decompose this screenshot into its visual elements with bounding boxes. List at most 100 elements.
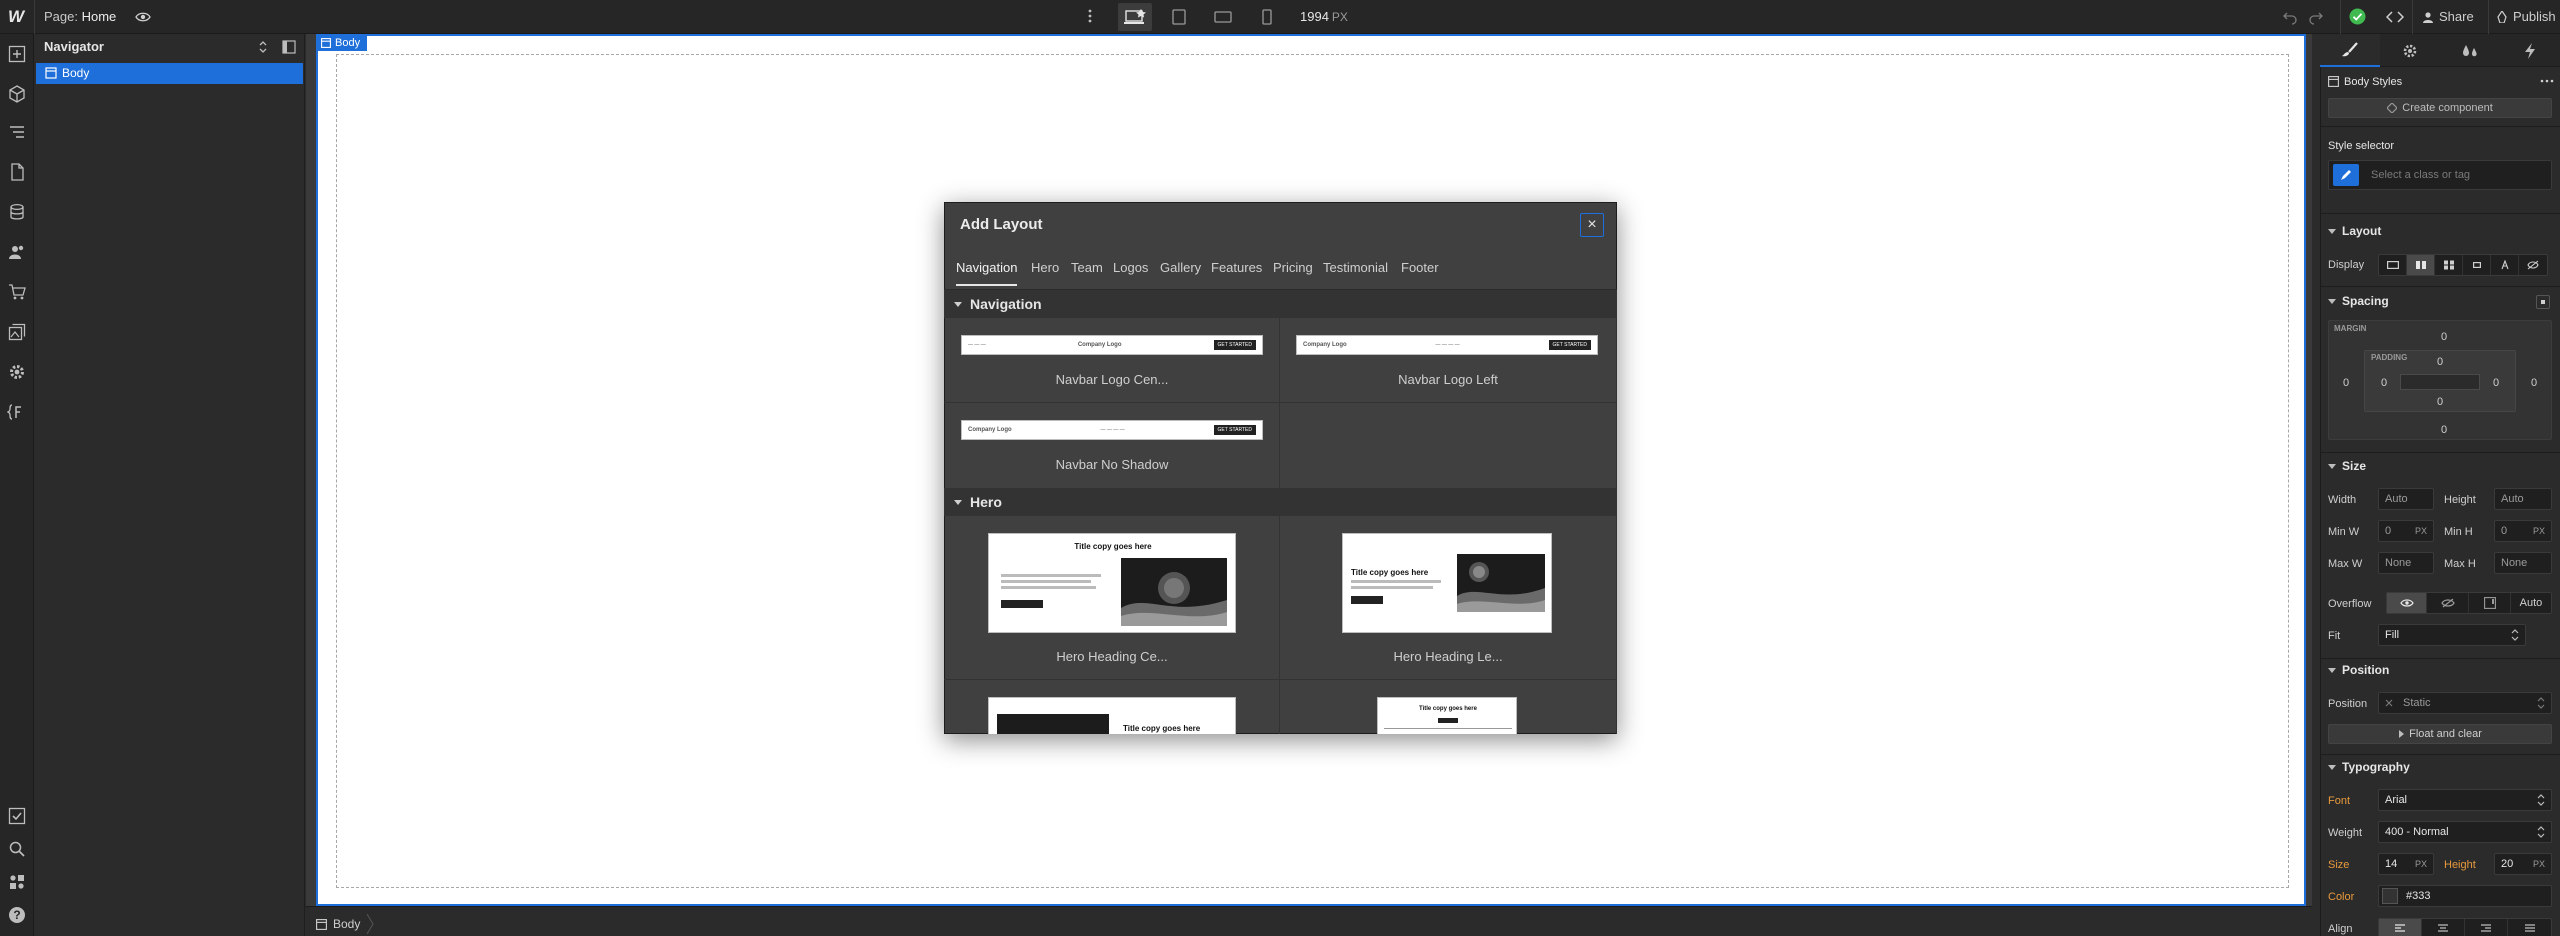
margin-left-value[interactable]: 0 [2338, 377, 2354, 389]
section-navigation-header[interactable]: Navigation [944, 290, 1617, 318]
display-grid-icon[interactable] [2435, 255, 2463, 275]
webflow-logo[interactable]: W [4, 5, 28, 29]
code-icon[interactable] [2386, 9, 2404, 25]
help-icon[interactable]: ? [7, 905, 27, 925]
spacing-lock-icon[interactable] [2536, 295, 2550, 309]
style-selector-input[interactable]: Select a class or tag [2328, 160, 2552, 190]
overflow-visible-eye-icon[interactable] [2387, 593, 2427, 613]
tab-testimonial[interactable]: Testimonial [1323, 260, 1388, 286]
settings-gear-icon[interactable] [7, 362, 27, 382]
tab-interactions[interactable] [2440, 34, 2500, 67]
position-section-header[interactable]: Position [2328, 663, 2389, 677]
float-clear-label: Float and clear [2409, 728, 2482, 740]
weight-select[interactable]: 400 - Normal [2378, 821, 2552, 843]
more-vertical-icon[interactable] [1087, 8, 1093, 24]
tab-gallery[interactable]: Gallery [1160, 260, 1201, 286]
navigator-icon[interactable] [7, 122, 27, 142]
cms-database-icon[interactable] [7, 202, 27, 222]
align-center-icon[interactable] [2422, 919, 2465, 936]
color-swatch[interactable] [2382, 888, 2398, 904]
preview-eye-icon[interactable] [135, 9, 151, 25]
display-inline-block-icon[interactable] [2463, 255, 2491, 275]
dock-panel-icon[interactable] [282, 40, 296, 54]
close-button[interactable]: × [1580, 213, 1604, 237]
padding-top-value[interactable]: 0 [2432, 356, 2448, 368]
display-block-icon[interactable] [2379, 255, 2407, 275]
layout-card-navbar-logo-left[interactable] [1280, 318, 1617, 403]
min-width-input[interactable]: 0 PX [2378, 520, 2434, 542]
font-size-input[interactable]: 14 PX [2378, 853, 2434, 875]
tab-logos[interactable]: Logos [1113, 260, 1148, 286]
canvas-width-value: 1994 [1300, 9, 1329, 24]
tasks-checkbox-icon[interactable] [7, 806, 27, 826]
more-horizontal-icon[interactable] [2540, 76, 2554, 86]
padding-bottom-value[interactable]: 0 [2432, 396, 2448, 408]
font-select[interactable]: Arial [2378, 789, 2552, 811]
overflow-auto-button[interactable]: Auto [2511, 593, 2551, 613]
users-icon[interactable] [7, 242, 27, 262]
section-hero-header[interactable]: Hero [944, 488, 1617, 516]
display-flex-icon[interactable] [2407, 255, 2435, 275]
assets-icon[interactable] [7, 322, 27, 342]
redo-icon[interactable] [2308, 9, 2324, 25]
create-component-button[interactable]: Create component [2328, 98, 2552, 118]
max-width-input[interactable]: None [2378, 552, 2434, 574]
margin-right-value[interactable]: 0 [2526, 377, 2542, 389]
size-section-header[interactable]: Size [2328, 459, 2366, 473]
position-select[interactable]: Static [2378, 692, 2552, 714]
tab-features[interactable]: Features [1211, 260, 1262, 286]
padding-left-value[interactable]: 0 [2376, 377, 2392, 389]
breadcrumb[interactable]: Body [316, 914, 374, 934]
overflow-scroll-icon[interactable] [2469, 593, 2511, 613]
breakpoint-phone-icon[interactable] [1250, 3, 1284, 31]
tab-hero[interactable]: Hero [1031, 260, 1059, 286]
layout-section-header[interactable]: Layout [2328, 224, 2381, 238]
publish-button[interactable]: Publish [2496, 9, 2556, 24]
undo-icon[interactable] [2282, 9, 2298, 25]
margin-top-value[interactable]: 0 [2436, 331, 2452, 343]
pages-icon[interactable] [7, 162, 27, 182]
tab-lightning[interactable] [2500, 34, 2560, 67]
display-none-icon[interactable] [2519, 255, 2547, 275]
min-height-input[interactable]: 0 PX [2494, 520, 2552, 542]
height-input[interactable]: Auto [2494, 488, 2552, 510]
share-button[interactable]: Share [2422, 9, 2474, 24]
fit-select[interactable]: Fill [2378, 624, 2526, 646]
tab-footer[interactable]: Footer [1401, 260, 1439, 286]
padding-right-value[interactable]: 0 [2488, 377, 2504, 389]
page-switcher[interactable]: Page: Home [44, 9, 116, 24]
line-height-input[interactable]: 20 PX [2494, 853, 2552, 875]
color-input[interactable]: #333 [2378, 885, 2552, 907]
breakpoint-landscape-icon[interactable] [1206, 3, 1240, 31]
expand-collapse-icon[interactable] [258, 40, 268, 54]
rocket-icon [2497, 10, 2507, 23]
search-icon[interactable] [7, 839, 27, 859]
apps-icon[interactable] [7, 872, 27, 892]
tab-navigation[interactable]: Navigation [956, 260, 1018, 286]
width-input[interactable]: Auto [2378, 488, 2434, 510]
components-cube-icon[interactable] [7, 84, 27, 104]
typography-section-header[interactable]: Typography [2328, 760, 2410, 774]
align-left-icon[interactable] [2379, 919, 2422, 936]
ecommerce-cart-icon[interactable] [7, 282, 27, 302]
add-panel-icon[interactable] [7, 44, 27, 64]
display-inline-icon[interactable] [2491, 255, 2519, 275]
tab-pricing[interactable]: Pricing [1273, 260, 1313, 286]
logic-fx-icon[interactable] [7, 402, 27, 422]
margin-bottom-value[interactable]: 0 [2436, 424, 2452, 436]
align-justify-icon[interactable] [2508, 919, 2551, 936]
breakpoint-desktop-icon[interactable] [1118, 3, 1152, 31]
max-height-input[interactable]: None [2494, 552, 2552, 574]
breakpoint-tablet-icon[interactable] [1162, 3, 1196, 31]
overflow-hidden-icon[interactable] [2427, 593, 2469, 613]
layout-card-navbar-logo-center[interactable] [944, 318, 1280, 403]
layout-card-navbar-no-shadow[interactable] [944, 403, 1280, 489]
tab-team[interactable]: Team [1071, 260, 1103, 286]
selected-element-tag[interactable]: Body [316, 34, 368, 51]
status-check-icon[interactable] [2349, 8, 2366, 25]
align-right-icon[interactable] [2465, 919, 2508, 936]
spacing-section-header[interactable]: Spacing [2328, 294, 2389, 308]
tab-style[interactable] [2320, 34, 2380, 67]
tab-settings[interactable] [2380, 34, 2440, 67]
float-clear-button[interactable]: Float and clear [2328, 724, 2552, 744]
